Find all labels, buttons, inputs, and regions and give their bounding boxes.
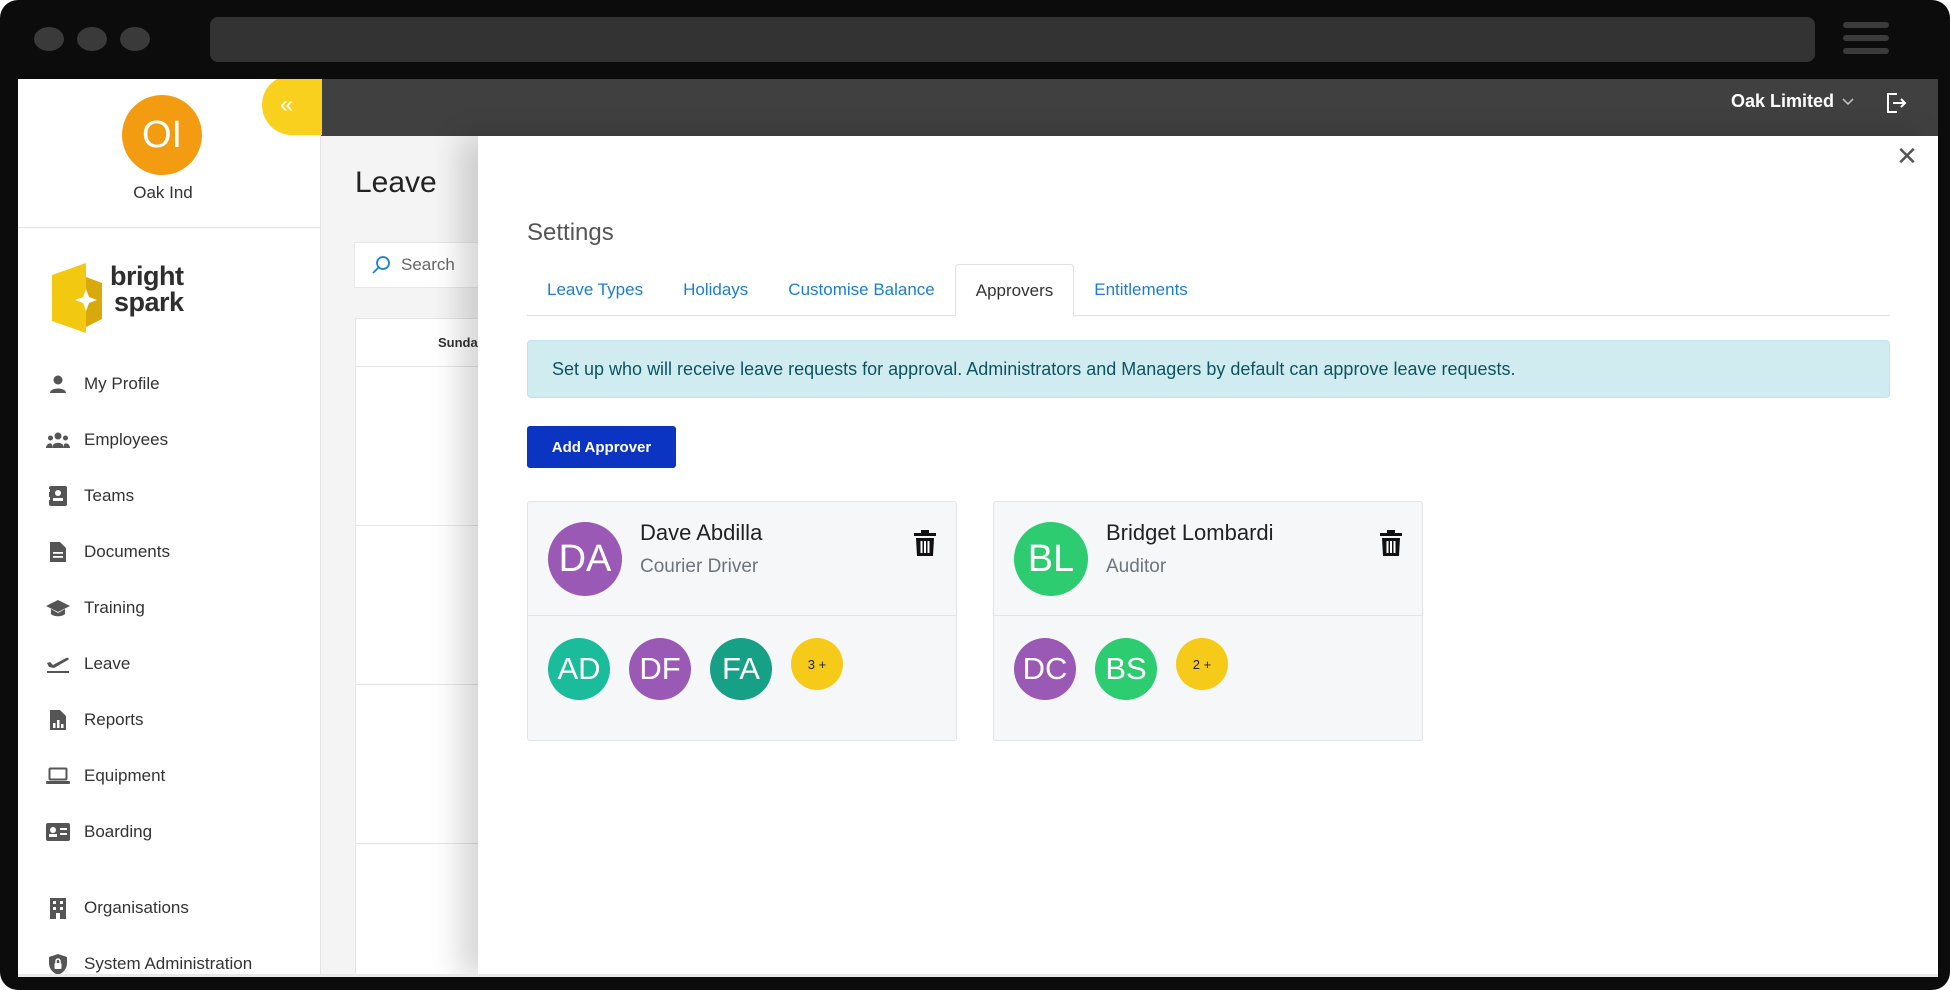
sidebar-item-organisations[interactable]: Organisations bbox=[46, 880, 316, 936]
sidebar-item-teams[interactable]: Teams bbox=[46, 468, 316, 524]
sidebar-item-label: Documents bbox=[84, 542, 170, 561]
sidebar-item-leave[interactable]: Leave bbox=[46, 636, 316, 692]
hamburger-menu-icon[interactable] bbox=[1843, 22, 1889, 58]
sidebar-item-system-administration[interactable]: System Administration bbox=[46, 936, 316, 977]
bottom-edge bbox=[18, 974, 1938, 977]
users-icon bbox=[46, 428, 70, 452]
approver-avatar: DA bbox=[548, 522, 622, 596]
sidebar-item-reports[interactable]: Reports bbox=[46, 692, 316, 748]
logo-text-line: bright bbox=[110, 261, 184, 291]
user-icon bbox=[46, 372, 70, 396]
approver-card-header: DA Dave Abdilla Courier Driver bbox=[528, 502, 956, 616]
member-avatar: BS bbox=[1095, 638, 1157, 700]
window-dot bbox=[34, 27, 64, 51]
report-icon bbox=[46, 708, 70, 732]
sidebar-item-label: Training bbox=[84, 598, 145, 617]
top-header: Oak Limited bbox=[321, 79, 1938, 136]
sidebar-nav: My Profile Employees Teams Documents Tra… bbox=[46, 356, 316, 977]
chevron-down-icon bbox=[1842, 97, 1854, 105]
search-icon bbox=[372, 256, 390, 274]
logout-icon[interactable] bbox=[1884, 91, 1908, 115]
close-icon[interactable]: ✕ bbox=[1893, 142, 1921, 170]
address-bar[interactable] bbox=[210, 17, 1815, 62]
column-header: Sunda bbox=[438, 335, 478, 350]
sidebar-item-label: Organisations bbox=[84, 898, 189, 917]
search-placeholder: Search bbox=[401, 255, 455, 274]
logo-text: bright spark bbox=[110, 261, 184, 317]
sidebar-item-label: Teams bbox=[84, 486, 135, 505]
sidebar-item-label: System Administration bbox=[84, 954, 253, 973]
sidebar-item-label: Employees bbox=[84, 430, 169, 449]
id-card-icon bbox=[46, 484, 70, 508]
sidebar-item-employees[interactable]: Employees bbox=[46, 412, 316, 468]
brightspark-logo: bright spark bbox=[50, 263, 210, 333]
sidebar-item-my-profile[interactable]: My Profile bbox=[46, 356, 316, 412]
document-icon bbox=[46, 540, 70, 564]
window-dot bbox=[77, 27, 107, 51]
sidebar-item-boarding[interactable]: Boarding bbox=[46, 804, 316, 860]
sidebar-item-label: Boarding bbox=[84, 822, 153, 841]
logo-mark-icon bbox=[52, 263, 102, 333]
trash-icon[interactable] bbox=[914, 530, 936, 556]
modal-title: Settings bbox=[527, 219, 614, 246]
graduation-cap-icon bbox=[46, 596, 70, 620]
page-title: Leave bbox=[355, 166, 437, 199]
tab-approvers[interactable]: Approvers bbox=[954, 264, 1075, 317]
info-alert: Set up who will receive leave requests f… bbox=[527, 340, 1890, 398]
more-members-badge[interactable]: 2 + bbox=[1176, 638, 1228, 690]
settings-tabs: Leave Types Holidays Customise Balance A… bbox=[527, 264, 1890, 317]
sidebar-divider bbox=[18, 227, 321, 228]
sidebar-item-label: Leave bbox=[84, 654, 131, 673]
sidebar-item-label: My Profile bbox=[84, 374, 160, 393]
tab-customise-balance[interactable]: Customise Balance bbox=[768, 264, 954, 316]
member-avatar: AD bbox=[548, 638, 610, 700]
approver-card-header: BL Bridget Lombardi Auditor bbox=[994, 502, 1422, 616]
app-screen: OI Oak Ind bright spark My Profile Emplo… bbox=[18, 79, 1938, 977]
approver-role: Courier Driver bbox=[640, 556, 759, 577]
settings-modal: ✕ Settings Leave Types Holidays Customis… bbox=[478, 136, 1938, 977]
org-switcher-label: Oak Limited bbox=[1730, 91, 1834, 111]
double-chevron-left-icon: « bbox=[280, 91, 294, 118]
member-avatar: DF bbox=[629, 638, 691, 700]
sidebar: OI Oak Ind bright spark My Profile Emplo… bbox=[18, 79, 321, 977]
sidebar-item-equipment[interactable]: Equipment bbox=[46, 748, 316, 804]
approver-card: BL Bridget Lombardi Auditor DC BS 2 + bbox=[993, 501, 1423, 741]
approver-card: DA Dave Abdilla Courier Driver AD DF FA … bbox=[527, 501, 957, 741]
add-approver-button[interactable]: Add Approver bbox=[527, 426, 676, 468]
plane-departure-icon bbox=[46, 652, 70, 676]
building-icon bbox=[46, 896, 70, 920]
badge-icon bbox=[46, 820, 70, 844]
laptop-icon bbox=[46, 764, 70, 788]
sidebar-item-documents[interactable]: Documents bbox=[46, 524, 316, 580]
more-members-badge[interactable]: 3 + bbox=[791, 638, 843, 690]
logo-text-line: spark bbox=[114, 287, 184, 317]
member-avatar: FA bbox=[710, 638, 772, 700]
tab-leave-types[interactable]: Leave Types bbox=[527, 264, 663, 316]
sidebar-item-training[interactable]: Training bbox=[46, 580, 316, 636]
device-frame: OI Oak Ind bright spark My Profile Emplo… bbox=[0, 0, 1950, 990]
shield-icon bbox=[46, 952, 70, 976]
sidebar-item-label: Equipment bbox=[84, 766, 166, 785]
tab-entitlements[interactable]: Entitlements bbox=[1074, 264, 1208, 316]
sidebar-item-label: Reports bbox=[84, 710, 144, 729]
approver-name: Bridget Lombardi bbox=[1106, 520, 1274, 545]
approver-name: Dave Abdilla bbox=[640, 520, 763, 545]
info-alert-text: Set up who will receive leave requests f… bbox=[552, 358, 1516, 379]
approver-avatar: BL bbox=[1014, 522, 1088, 596]
member-avatar: DC bbox=[1014, 638, 1076, 700]
trash-icon[interactable] bbox=[1380, 530, 1402, 556]
tab-holidays[interactable]: Holidays bbox=[663, 264, 768, 316]
window-dot bbox=[120, 27, 150, 51]
org-avatar[interactable]: OI bbox=[122, 95, 202, 175]
org-name: Oak Ind bbox=[133, 183, 193, 202]
approver-role: Auditor bbox=[1106, 556, 1167, 577]
org-switcher[interactable]: Oak Limited bbox=[1731, 91, 1854, 112]
sidebar-collapse-button[interactable]: « bbox=[262, 79, 322, 135]
